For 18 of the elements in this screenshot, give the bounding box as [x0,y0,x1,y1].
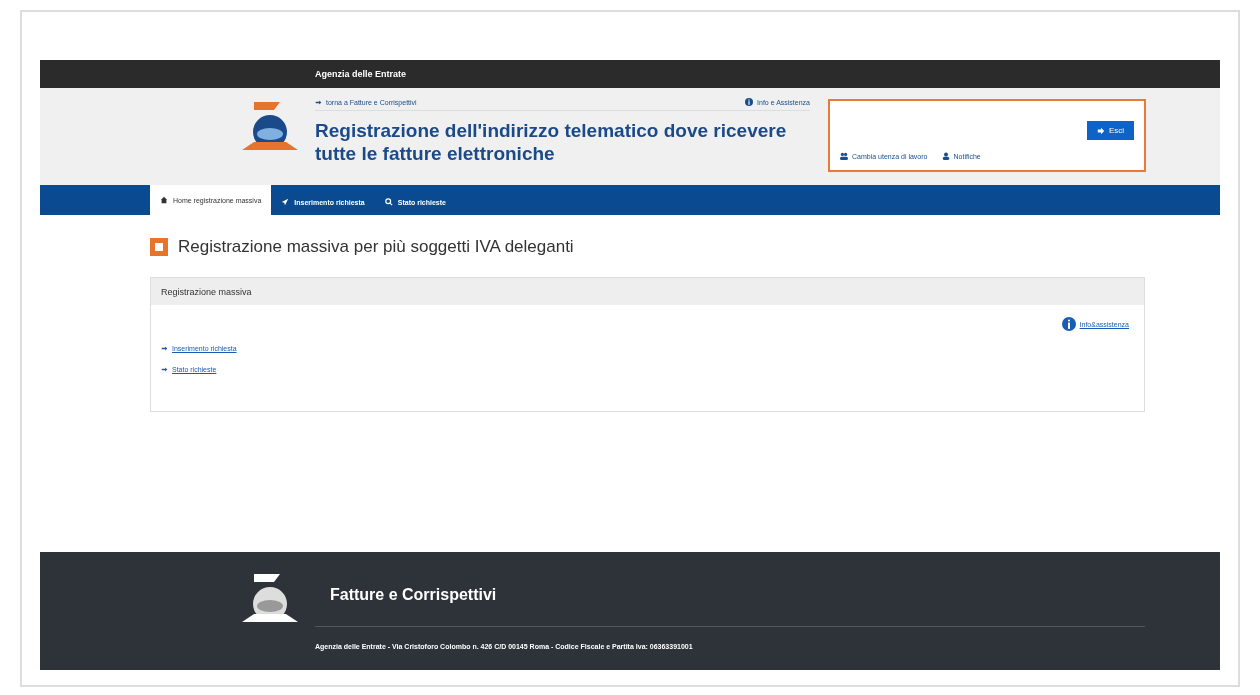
users-icon [840,152,848,160]
arrow-icon [161,345,168,352]
agency-name: Agenzia delle Entrate [315,69,407,79]
page-title: Registrazione massiva per più soggetti IVA deleganti [178,237,574,257]
footer-title: Fatture e Corrispettivi [330,586,497,604]
user-icon [941,152,950,160]
send-icon [281,198,290,206]
search-icon [384,198,393,206]
page-header-title: Registrazione dell'indirizzo telematico dove ricevere tutte le fatture elettroniche [315,119,788,165]
panel-title: Registrazione massiva [161,286,252,297]
arrow-icon [161,366,168,373]
arrow-icon [315,98,322,106]
section-icon [150,238,168,256]
info-icon [745,98,754,106]
logout-button[interactable]: Esci [1086,121,1134,140]
info-icon [1061,317,1076,331]
home-icon [160,196,168,204]
logout-icon [1096,126,1105,135]
